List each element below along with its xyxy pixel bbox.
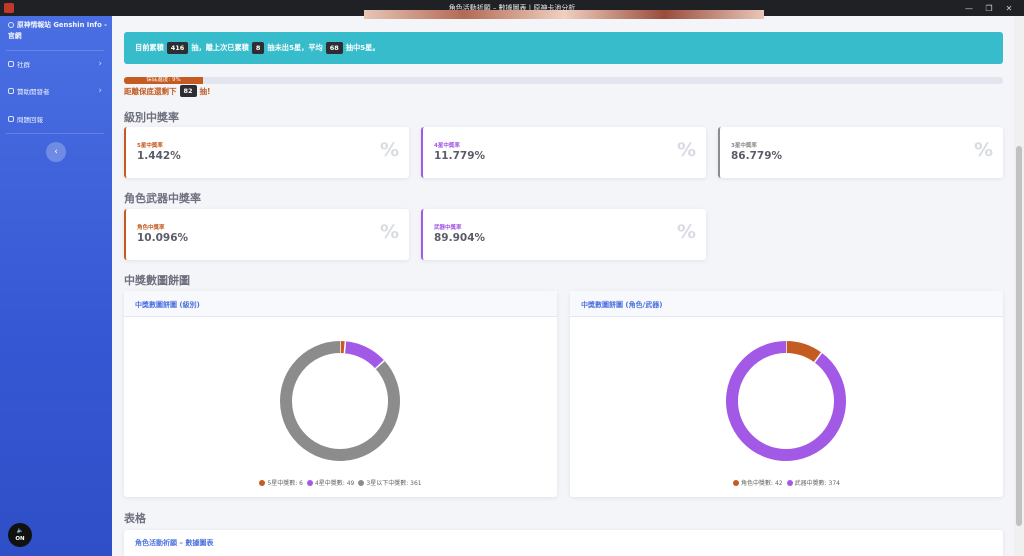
table-card: 角色活動祈願 – 數據圖表 bbox=[124, 530, 1003, 556]
legend-item[interactable]: 5星中獎數: 6 bbox=[259, 478, 303, 487]
summary-prefix: 目前累積 bbox=[135, 43, 164, 52]
brand-link[interactable]: 原神情報站 Genshin Info - 官網 bbox=[8, 20, 108, 42]
legend-swatch bbox=[358, 480, 365, 486]
brand-icon bbox=[8, 22, 14, 28]
percent-icon: % bbox=[379, 139, 399, 161]
stat-card-5star: 5星中獎率 1.442% % bbox=[124, 127, 409, 178]
audio-toggle-label: ON bbox=[15, 536, 25, 542]
chart-card-rarity: 中獎數圖餅圖 (級別) 5星中獎數: 6 4星中獎數: 49 3星以下中獎數: 36… bbox=[124, 291, 557, 497]
sidebar-item-sponsor[interactable]: 贊助開發者 › bbox=[8, 84, 104, 98]
pity-remaining: 距離保底還剩下 82 抽! bbox=[124, 85, 210, 97]
stat-card-value: 1.442% bbox=[137, 150, 181, 162]
speaker-icon: 🔈 bbox=[16, 528, 24, 534]
chart-legend: 角色中獎數: 42 武器中獎數: 374 bbox=[570, 478, 1003, 487]
feedback-icon bbox=[8, 116, 14, 122]
legend-label: 4星中獎數: 49 bbox=[314, 480, 355, 487]
percent-icon: % bbox=[973, 139, 993, 161]
legend-swatch bbox=[733, 480, 740, 486]
stat-card-label: 武器中獎率 bbox=[434, 225, 462, 231]
stat-card-3star: 3星中獎率 86.779% % bbox=[718, 127, 1003, 178]
stat-card-label: 4星中獎率 bbox=[434, 143, 460, 149]
sidebar-divider bbox=[6, 133, 104, 134]
summary-mid1: 抽，離上次已累積 bbox=[191, 43, 249, 52]
percent-icon: % bbox=[676, 139, 696, 161]
legend-swatch bbox=[259, 480, 266, 486]
close-button[interactable]: ✕ bbox=[996, 0, 1022, 16]
sidebar-collapse-button[interactable]: ‹ bbox=[46, 142, 66, 162]
chart-card-type: 中獎數圖餅圖 (角色/武器) 角色中獎數: 42 武器中獎數: 374 bbox=[570, 291, 1003, 497]
donut-slice-1[interactable] bbox=[344, 341, 385, 369]
chart-legend: 5星中獎數: 6 4星中獎數: 49 3星以下中獎數: 361 bbox=[124, 478, 557, 487]
sidebar-item-label: 社群 bbox=[17, 61, 30, 69]
pity-remaining-badge: 82 bbox=[179, 85, 197, 97]
chart-title: 中獎數圖餅圖 (角色/武器) bbox=[570, 291, 1003, 317]
stat-card-character: 角色中獎率 10.096% % bbox=[124, 209, 409, 260]
average-badge: 68 bbox=[325, 42, 343, 54]
percent-icon: % bbox=[676, 221, 696, 243]
pity-progress-bar: 保底進度: 9% bbox=[124, 77, 1003, 84]
pity-remaining-prefix: 距離保底還剩下 bbox=[124, 86, 177, 96]
legend-item[interactable]: 武器中獎數: 374 bbox=[786, 478, 840, 487]
sidebar-divider bbox=[6, 50, 104, 51]
since-last-badge: 8 bbox=[251, 42, 265, 54]
section-title-rarity: 級別中獎率 bbox=[124, 111, 179, 124]
banner-image bbox=[364, 10, 764, 19]
sidebar-item-community[interactable]: 社群 › bbox=[8, 57, 104, 71]
sidebar-item-label: 贊助開發者 bbox=[17, 88, 50, 96]
stat-card-value: 10.096% bbox=[137, 232, 189, 244]
sidebar: 原神情報站 Genshin Info - 官網 社群 › 贊助開發者 › 問題回… bbox=[0, 16, 112, 556]
legend-label: 5星中獎數: 6 bbox=[267, 480, 303, 487]
legend-item[interactable]: 4星中獎數: 49 bbox=[306, 478, 355, 487]
app-logo-icon bbox=[4, 3, 14, 13]
stat-card-4star: 4星中獎率 11.779% % bbox=[421, 127, 706, 178]
chevron-right-icon: › bbox=[98, 86, 102, 96]
legend-item[interactable]: 角色中獎數: 42 bbox=[733, 478, 783, 487]
scrollbar-thumb[interactable] bbox=[1016, 146, 1022, 526]
donut-chart-type bbox=[726, 341, 846, 461]
brand-title: 原神情報站 Genshin Info - 官網 bbox=[8, 21, 107, 40]
chart-title: 中獎數圖餅圖 (級別) bbox=[124, 291, 557, 317]
total-pulls-badge: 416 bbox=[166, 42, 189, 54]
users-icon bbox=[8, 61, 14, 67]
stat-card-label: 3星中獎率 bbox=[731, 143, 757, 149]
summary-suffix: 抽中5星。 bbox=[345, 43, 380, 52]
summary-alert: 目前累積 416 抽，離上次已累積 8 抽未出5星，平均 68 抽中5星。 bbox=[124, 32, 1003, 64]
donut-slice-1[interactable] bbox=[726, 341, 846, 461]
stat-card-value: 11.779% bbox=[434, 150, 486, 162]
legend-label: 角色中獎數: 42 bbox=[741, 480, 783, 487]
stat-card-value: 86.779% bbox=[731, 150, 783, 162]
stat-card-label: 角色中獎率 bbox=[137, 225, 165, 231]
stat-card-value: 89.904% bbox=[434, 232, 486, 244]
summary-mid2: 抽未出5星，平均 bbox=[267, 43, 323, 52]
sidebar-item-feedback[interactable]: 問題回報 bbox=[8, 112, 104, 126]
sidebar-item-label: 問題回報 bbox=[17, 116, 43, 124]
stat-card-label: 5星中獎率 bbox=[137, 143, 163, 149]
table-title: 角色活動祈願 – 數據圖表 bbox=[135, 539, 214, 547]
audio-toggle-button[interactable]: 🔈 ON bbox=[8, 523, 32, 547]
donut-slice-0[interactable] bbox=[785, 341, 822, 363]
legend-label: 3星以下中獎數: 361 bbox=[366, 480, 422, 487]
heart-icon bbox=[8, 88, 14, 94]
chevron-right-icon: › bbox=[98, 59, 102, 69]
donut-chart-rarity bbox=[280, 341, 400, 461]
legend-label: 武器中獎數: 374 bbox=[794, 480, 840, 487]
section-title-type: 角色武器中獎率 bbox=[124, 192, 201, 205]
pity-progress-fill: 保底進度: 9% bbox=[124, 77, 204, 84]
legend-swatch bbox=[306, 480, 313, 486]
section-title-table: 表格 bbox=[124, 512, 146, 525]
percent-icon: % bbox=[379, 221, 399, 243]
pity-remaining-suffix: 抽! bbox=[199, 86, 211, 96]
legend-item[interactable]: 3星以下中獎數: 361 bbox=[358, 478, 422, 487]
page-scrollbar[interactable] bbox=[1014, 16, 1024, 556]
section-title-pie: 中獎數圖餅圖 bbox=[124, 274, 190, 287]
legend-swatch bbox=[786, 480, 793, 486]
stat-card-weapon: 武器中獎率 89.904% % bbox=[421, 209, 706, 260]
chevron-left-icon: ‹ bbox=[54, 147, 58, 157]
